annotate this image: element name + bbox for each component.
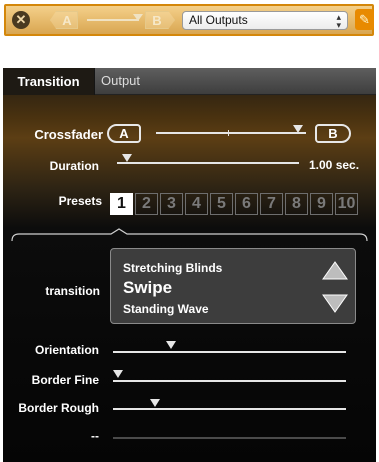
preset-button-10[interactable]: 10: [335, 193, 358, 215]
param-thumb-border-rough[interactable]: [149, 399, 160, 407]
param-track-empty: [113, 437, 346, 439]
param-track-orientation[interactable]: [113, 351, 346, 353]
preset-button-9[interactable]: 9: [310, 193, 333, 215]
duration-label: Duration: [49, 159, 99, 173]
toolbar-crossfader-track[interactable]: [87, 19, 139, 21]
output-select[interactable]: All Outputs ▴ ▾: [182, 11, 348, 30]
select-stepper-icon: ▴ ▾: [336, 12, 341, 30]
close-icon[interactable]: ✕: [12, 11, 30, 29]
transition-next[interactable]: Standing Wave: [123, 302, 209, 316]
toolbar-b-label: B: [152, 12, 162, 28]
crossfader-b-label: B: [328, 126, 338, 141]
transition-panel: Transition Output Crossfader A B Duratio…: [3, 68, 376, 462]
preset-button-8[interactable]: 8: [285, 193, 308, 215]
preset-button-6[interactable]: 6: [235, 193, 258, 215]
crossfader-a-button[interactable]: A: [107, 124, 141, 143]
crossfader-thumb[interactable]: [293, 125, 303, 133]
crossfader-b-button[interactable]: B: [315, 124, 351, 143]
transition-previous[interactable]: Stretching Blinds: [123, 261, 222, 275]
toolbar-a-label: A: [62, 12, 72, 28]
tab-transition[interactable]: Transition: [3, 68, 95, 95]
crossfader-a-label: A: [119, 126, 129, 141]
section-divider: [11, 228, 368, 242]
crossfader-center-tick: [228, 130, 229, 136]
output-toolbar: ✕ A B All Outputs ▴ ▾ ✎: [4, 4, 374, 36]
arrow-down-icon[interactable]: [321, 291, 349, 315]
duration-slider-thumb[interactable]: [122, 154, 132, 162]
param-thumb-border-fine[interactable]: [112, 370, 123, 378]
param-label-empty: --: [91, 429, 99, 443]
param-label-border-rough: Border Rough: [18, 401, 99, 415]
duration-slider-track[interactable]: [117, 162, 299, 164]
preset-button-7[interactable]: 7: [260, 193, 283, 215]
duration-value: 1.00 sec.: [309, 158, 360, 172]
presets-label: Presets: [58, 194, 102, 208]
toolbar-crossfader-thumb[interactable]: [133, 14, 143, 21]
tab-bar: Transition Output: [3, 68, 376, 95]
transition-current: Swipe: [123, 278, 173, 297]
crossfader-label: Crossfader: [34, 127, 103, 142]
output-select-value: All Outputs: [189, 13, 248, 27]
transition-chooser[interactable]: Stretching Blinds Swipe Standing Wave: [110, 248, 356, 324]
param-track-border-fine[interactable]: [113, 380, 346, 382]
param-thumb-orientation[interactable]: [166, 341, 177, 349]
param-label-orientation: Orientation: [34, 343, 99, 357]
preset-button-3[interactable]: 3: [160, 193, 183, 215]
preset-button-5[interactable]: 5: [210, 193, 233, 215]
param-label-border-fine: Border Fine: [31, 373, 99, 387]
toolbar-source-b-button[interactable]: B: [145, 11, 175, 29]
arrow-up-icon[interactable]: [321, 259, 349, 283]
preset-button-4[interactable]: 4: [185, 193, 208, 215]
preset-button-2[interactable]: 2: [135, 193, 158, 215]
tab-output[interactable]: Output: [101, 73, 140, 88]
presets-row: 1 2 3 4 5 6 7 8 9 10: [110, 193, 358, 215]
preset-button-1[interactable]: 1: [110, 193, 133, 215]
param-track-border-rough[interactable]: [113, 408, 346, 410]
transition-label: transition: [45, 284, 100, 298]
pencil-icon[interactable]: ✎: [355, 9, 374, 30]
crossfader-track[interactable]: [156, 132, 306, 134]
toolbar-source-a-button[interactable]: A: [50, 11, 78, 29]
